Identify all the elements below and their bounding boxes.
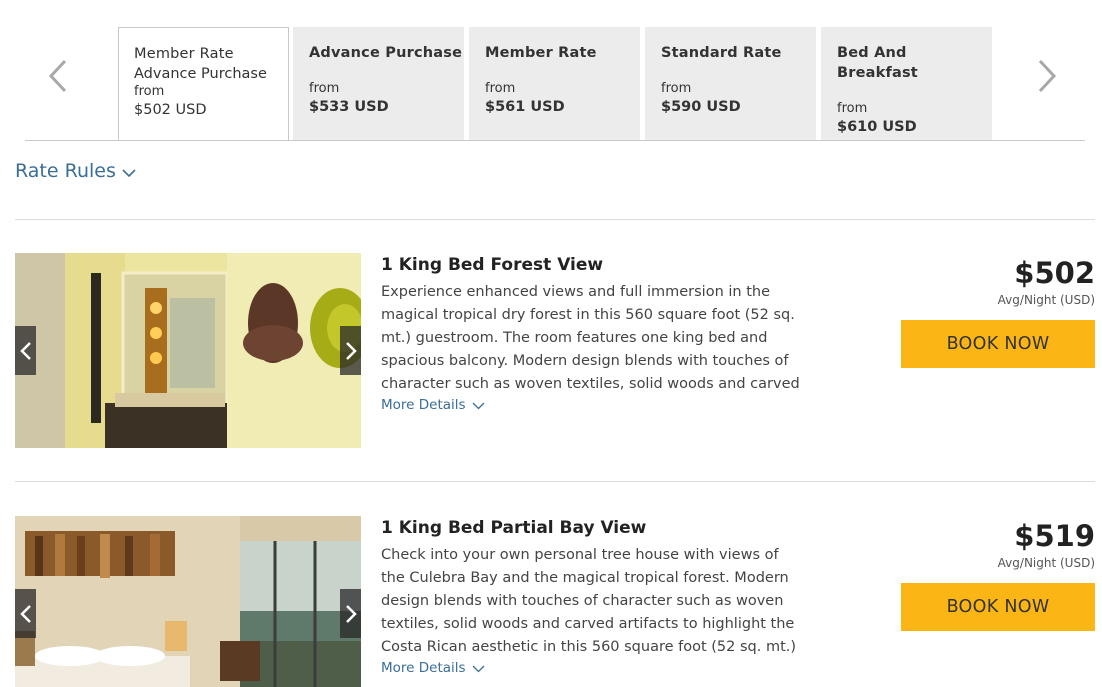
price-box: $502 Avg/Night (USD) BOOK NOW (901, 256, 1095, 368)
room-title: 1 King Bed Partial Bay View (381, 518, 647, 538)
tab-price: $533 USD (309, 99, 389, 115)
more-details-label: More Details (381, 397, 466, 413)
chevron-right-icon (345, 341, 357, 360)
tab-name: Member Rate (485, 45, 597, 61)
price-box: $519 Avg/Night (USD) BOOK NOW (901, 519, 1095, 631)
room-description: Check into your own personal tree house … (381, 547, 797, 655)
photo-next-button[interactable] (340, 589, 361, 638)
room-info: 1 King Bed Partial Bay View Check into y… (381, 516, 801, 676)
book-now-button[interactable]: BOOK NOW (901, 583, 1095, 631)
room-photo (15, 516, 361, 687)
room-card: 1 King Bed Forest View Experience enhanc… (15, 253, 1095, 453)
rate-rules-label: Rate Rules (15, 160, 116, 182)
section-divider (15, 219, 1095, 220)
room-price: $519 (1014, 519, 1095, 553)
more-details-link[interactable]: More Details (381, 660, 801, 676)
room-info: 1 King Bed Forest View Experience enhanc… (381, 253, 801, 413)
room-description: Experience enhanced views and full immer… (381, 284, 800, 392)
tab-name: Member Rate (134, 46, 234, 62)
book-now-button[interactable]: BOOK NOW (901, 320, 1095, 368)
tab-price: $502 USD (134, 102, 207, 118)
photo-prev-button[interactable] (15, 589, 36, 638)
tab-from-label: from (485, 81, 516, 96)
tab-member-rate-advance-purchase[interactable]: Member Rate Advance Purchase from $502 U… (118, 27, 289, 141)
tab-price: $590 USD (661, 99, 741, 115)
tab-from-label: from (837, 101, 868, 116)
tab-from-label: from (309, 81, 340, 96)
tabs-next-button[interactable] (1032, 57, 1062, 95)
tab-bed-and-breakfast[interactable]: Bed And Breakfast from $610 USD (821, 27, 992, 140)
tab-price: $561 USD (485, 99, 565, 115)
rate-rules-toggle[interactable]: Rate Rules (15, 160, 136, 182)
tabs-prev-button[interactable] (43, 57, 73, 95)
rate-tabs: Member Rate Advance Purchase from $502 U… (25, 27, 1085, 141)
more-details-link[interactable]: More Details (381, 397, 801, 413)
chevron-left-icon (19, 604, 31, 623)
photo-prev-button[interactable] (15, 326, 36, 375)
tab-subname: Advance Purchase (134, 66, 267, 82)
tab-from-label: from (661, 81, 692, 96)
chevron-left-icon (48, 59, 67, 93)
section-divider (15, 481, 1095, 482)
room-price: $502 (1014, 256, 1095, 290)
chevron-left-icon (19, 341, 31, 360)
chevron-right-icon (1038, 59, 1057, 93)
chevron-down-icon (472, 402, 485, 409)
room-title: 1 King Bed Forest View (381, 255, 604, 275)
tab-name: Standard Rate (661, 45, 782, 61)
tab-advance-purchase[interactable]: Advance Purchase from $533 USD (293, 27, 464, 140)
tab-price: $610 USD (837, 119, 917, 135)
room-photo-carousel[interactable] (15, 516, 361, 687)
tab-standard-rate[interactable]: Standard Rate from $590 USD (645, 27, 816, 140)
room-card: 1 King Bed Partial Bay View Check into y… (15, 516, 1095, 687)
price-note: Avg/Night (USD) (997, 556, 1095, 570)
chevron-down-icon (472, 665, 485, 672)
price-note: Avg/Night (USD) (997, 293, 1095, 307)
chevron-right-icon (345, 604, 357, 623)
tabs-baseline-divider (25, 140, 1085, 141)
more-details-label: More Details (381, 660, 466, 676)
room-photo (15, 253, 361, 448)
tab-from-label: from (134, 84, 165, 99)
photo-next-button[interactable] (340, 326, 361, 375)
tab-name: Advance Purchase (309, 45, 463, 61)
chevron-down-icon (122, 169, 136, 178)
tab-member-rate[interactable]: Member Rate from $561 USD (469, 27, 640, 140)
tab-name: Bed And Breakfast (837, 45, 918, 81)
room-photo-carousel[interactable] (15, 253, 361, 448)
